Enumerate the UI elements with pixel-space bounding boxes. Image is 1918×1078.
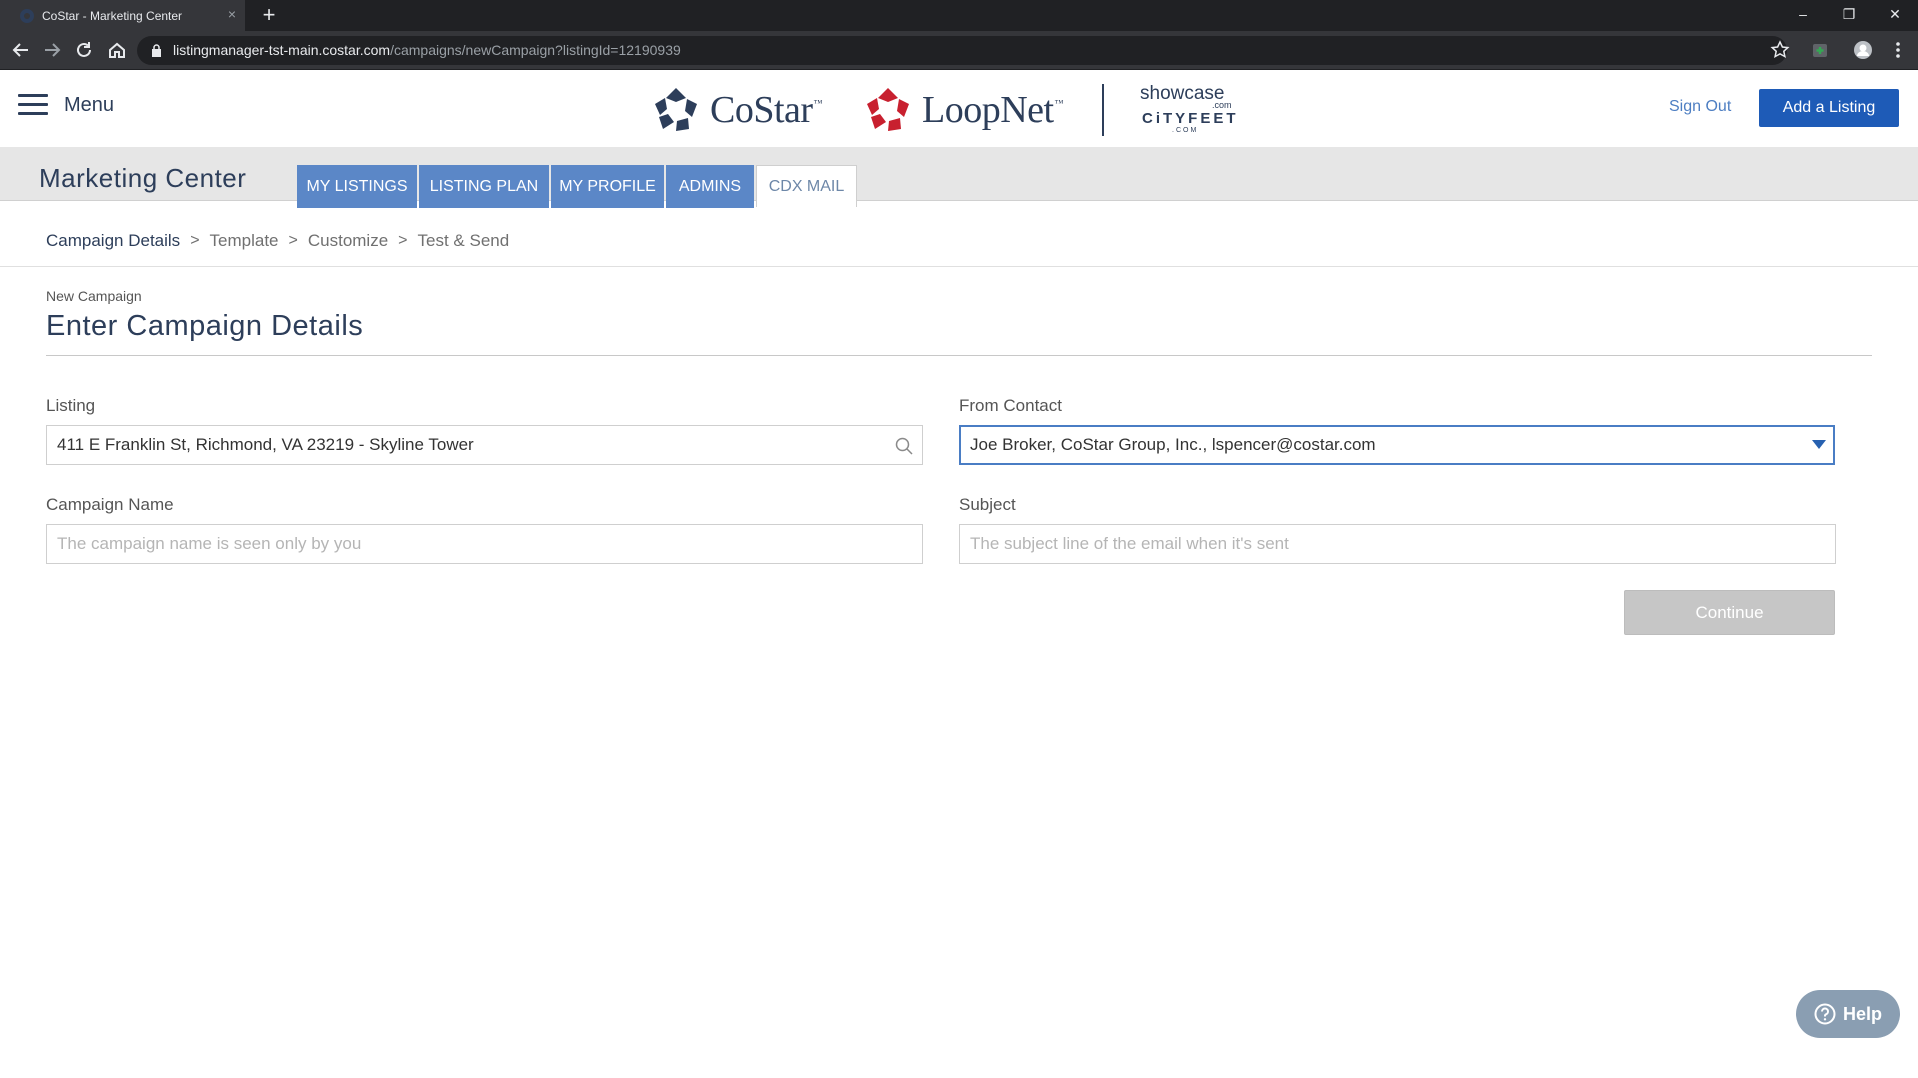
close-window-icon[interactable]: ✕: [1872, 0, 1918, 28]
restore-icon[interactable]: ❐: [1826, 0, 1872, 28]
tab-close-icon[interactable]: ×: [225, 7, 239, 21]
loopnet-logo[interactable]: LoopNet™: [864, 84, 1063, 136]
hamburger-icon: [18, 94, 48, 116]
loopnet-mark-icon: [867, 88, 909, 131]
menu-button[interactable]: Menu: [18, 90, 114, 120]
breadcrumb-divider: [0, 266, 1918, 267]
url-host: listingmanager-tst-main.costar.com: [173, 42, 391, 58]
loopnet-wordmark: LoopNet™: [922, 89, 1063, 131]
tab-admins[interactable]: ADMINS: [666, 165, 754, 208]
tab-listing-plan[interactable]: LISTING PLAN: [419, 165, 549, 208]
bookmark-star-icon[interactable]: [1770, 40, 1790, 60]
title-divider: [46, 355, 1872, 356]
new-tab-icon[interactable]: +: [257, 4, 281, 28]
cityfeet-logo-suffix: .COM: [1172, 127, 1199, 134]
url-text: listingmanager-tst-main.costar.com/campa…: [173, 42, 681, 58]
sign-out-link[interactable]: Sign Out: [1669, 98, 1731, 116]
search-icon[interactable]: [894, 436, 914, 456]
browser-tab[interactable]: CoStar - Marketing Center ×: [0, 0, 245, 31]
from-contact-select[interactable]: Joe Broker, CoStar Group, Inc., lspencer…: [959, 425, 1835, 465]
page: Menu CoStar™ LoopNet™ showcase .com CiTY…: [0, 70, 1918, 1078]
page-title: Enter Campaign Details: [46, 310, 364, 342]
tab-my-listings[interactable]: MY LISTINGS: [297, 165, 417, 208]
extension-icon[interactable]: [1810, 40, 1830, 60]
home-icon[interactable]: [106, 39, 128, 61]
breadcrumb-test-send[interactable]: Test & Send: [418, 231, 510, 251]
lock-icon: [152, 44, 161, 57]
campaign-name-placeholder: The campaign name is seen only by you: [57, 534, 362, 553]
add-listing-button[interactable]: Add a Listing: [1759, 89, 1899, 127]
continue-button[interactable]: Continue: [1624, 590, 1835, 635]
page-eyebrow: New Campaign: [46, 288, 142, 304]
costar-mark-icon: [655, 88, 697, 131]
question-circle-icon: [1814, 1003, 1836, 1025]
from-contact-value: Joe Broker, CoStar Group, Inc., lspencer…: [970, 435, 1376, 454]
tab-my-profile[interactable]: MY PROFILE: [551, 165, 664, 208]
breadcrumb: Campaign Details > Template > Customize …: [46, 231, 509, 251]
campaign-name-input[interactable]: The campaign name is seen only by you: [46, 524, 923, 564]
subject-placeholder: The subject line of the email when it's …: [970, 534, 1289, 553]
listing-value: 411 E Franklin St, Richmond, VA 23219 - …: [57, 435, 474, 454]
browser-tabstrip: CoStar - Marketing Center × + – ❐ ✕: [0, 0, 1918, 31]
profile-avatar-icon[interactable]: [1853, 40, 1873, 60]
address-bar[interactable]: listingmanager-tst-main.costar.com/campa…: [137, 36, 1787, 65]
breadcrumb-customize[interactable]: Customize: [308, 231, 388, 251]
chevron-right-icon: >: [288, 232, 298, 249]
forward-icon[interactable]: [41, 39, 63, 61]
costar-logo[interactable]: CoStar™: [652, 84, 822, 136]
chevron-right-icon: >: [190, 232, 200, 249]
breadcrumb-campaign-details[interactable]: Campaign Details: [46, 231, 180, 251]
subject-label: Subject: [959, 495, 1016, 514]
reload-icon[interactable]: [73, 39, 95, 61]
help-button[interactable]: Help: [1796, 990, 1900, 1038]
campaign-name-label: Campaign Name: [46, 495, 174, 514]
chevron-right-icon: >: [398, 232, 408, 249]
costar-favicon-icon: [20, 8, 34, 23]
tab-cdx-mail[interactable]: CDX MAIL: [756, 165, 857, 207]
minimize-icon[interactable]: –: [1780, 0, 1826, 28]
back-icon[interactable]: [10, 39, 32, 61]
subject-input[interactable]: The subject line of the email when it's …: [959, 524, 1836, 564]
url-path: /campaigns/newCampaign?listingId=1219093…: [390, 42, 681, 58]
from-contact-label: From Contact: [959, 396, 1062, 415]
listing-label: Listing: [46, 396, 96, 415]
showcase-logo-suffix: .com: [1212, 100, 1232, 110]
listing-search-input[interactable]: 411 E Franklin St, Richmond, VA 23219 - …: [46, 425, 923, 465]
browser-tab-title: CoStar - Marketing Center: [42, 8, 183, 23]
section-title: Marketing Center: [39, 163, 247, 193]
marketing-center-nav: Marketing Center MY LISTINGS LISTING PLA…: [0, 147, 1918, 208]
site-header: Menu CoStar™ LoopNet™ showcase .com CiTY…: [0, 70, 1918, 147]
logo-divider: [1102, 84, 1104, 136]
browser-toolbar: listingmanager-tst-main.costar.com/campa…: [0, 31, 1918, 70]
menu-label: Menu: [64, 93, 115, 116]
browser-menu-icon[interactable]: [1888, 40, 1908, 60]
costar-wordmark: CoStar™: [710, 89, 822, 131]
dropdown-caret-icon[interactable]: [1812, 440, 1826, 449]
cityfeet-logo[interactable]: CiTYFEET: [1142, 110, 1239, 127]
breadcrumb-template[interactable]: Template: [210, 231, 279, 251]
help-label: Help: [1842, 1003, 1882, 1024]
